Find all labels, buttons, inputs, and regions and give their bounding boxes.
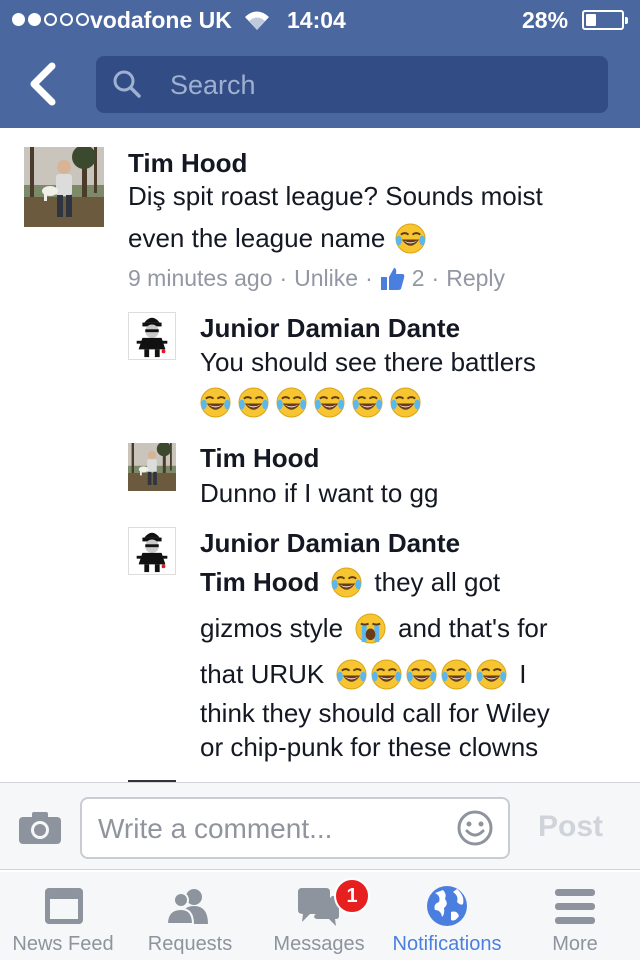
thumbs-up-icon [380, 267, 405, 290]
battery-level [586, 14, 596, 26]
joy-emoji-icon [238, 387, 269, 418]
post-button[interactable]: Post [538, 810, 603, 844]
battery-icon [582, 10, 628, 30]
tab-label: More [552, 933, 598, 955]
tab-label: News Feed [12, 933, 114, 955]
joy-emoji-icon [314, 387, 345, 418]
comment-text-line: Diş spit roast league? Sounds moist [128, 181, 543, 211]
tab-more[interactable]: More [510, 872, 640, 960]
joy-emoji-icon [406, 659, 437, 690]
carrier-name: vodafone UK [90, 7, 232, 33]
unlike-link[interactable]: Unlike [294, 265, 358, 292]
joy-emoji-icon [395, 223, 426, 254]
comment-author[interactable]: Junior Damian Dante [200, 313, 460, 344]
tab-label: Requests [147, 933, 233, 955]
comment-text: even the league name [128, 223, 386, 253]
tab-notifications[interactable]: Notifications [384, 872, 510, 960]
joy-emoji-icon [200, 387, 231, 418]
joy-emoji-icon [336, 659, 367, 690]
message-count-badge: 1 [334, 878, 370, 914]
comment-text-line: even the league name [128, 223, 426, 254]
emoji-row [200, 387, 421, 418]
news-feed-icon [45, 888, 83, 924]
status-bar: vodafone UK 14:04 28% [0, 0, 640, 40]
globe-icon [427, 886, 467, 926]
joy-emoji-icon [276, 387, 307, 418]
camera-icon[interactable] [18, 811, 62, 845]
comment-timestamp: 9 minutes ago [128, 265, 273, 291]
reply-link[interactable]: Reply [446, 265, 505, 292]
comment-text-line: or chip-punk for these clowns [200, 732, 539, 762]
comment-text: I [519, 659, 527, 689]
tab-messages[interactable]: 1 Messages [254, 872, 384, 960]
comment-author[interactable]: Junior Damian Dante [200, 528, 460, 559]
comment-text-line: Tim Hood they all got [200, 567, 500, 598]
joy-emoji-icon [441, 659, 472, 690]
joy-emoji-icon [476, 659, 507, 690]
comments-thread: Tim Hood Diş spit roast league? Sounds m… [0, 128, 640, 782]
sob-emoji-icon [355, 613, 386, 644]
like-count: 2 [411, 265, 425, 291]
comment-placeholder: Write a comment... [98, 813, 333, 844]
comment-text-line: that URUK I [200, 659, 527, 690]
clock: 14:04 [287, 7, 346, 33]
comment-input[interactable]: Write a comment... [80, 797, 510, 859]
comment-text-line: think they should call for Wiley [200, 698, 550, 728]
avatar[interactable] [24, 147, 104, 227]
comment-text: gizmos style [200, 613, 344, 643]
back-button[interactable] [22, 60, 66, 108]
top-header: vodafone UK 14:04 28% Search [0, 0, 640, 128]
tab-bar: News Feed Requests 1 Messages Notificati… [0, 872, 640, 960]
comment-text-line: gizmos style and that's for [200, 613, 548, 644]
tab-requests[interactable]: Requests [126, 872, 254, 960]
search-placeholder: Search [170, 70, 256, 100]
avatar[interactable] [128, 312, 176, 360]
comment-text-line: Dunno if I want to gg [200, 478, 439, 508]
comment-text-line: You should see there battlers [200, 347, 536, 377]
search-icon [113, 70, 141, 98]
comment-text: and that's for [398, 613, 548, 643]
joy-emoji-icon [390, 387, 421, 418]
comment-text: they all got [374, 567, 501, 597]
tab-label: Notifications [392, 933, 502, 955]
comment-meta: 9 minutes ago · Unlike · 2 · Reply [128, 265, 506, 292]
menu-icon [555, 889, 595, 924]
search-input[interactable]: Search [96, 56, 608, 113]
comment-text: that URUK [200, 659, 325, 689]
wifi-icon [245, 11, 269, 30]
joy-emoji-icon [331, 567, 362, 598]
signal-strength-icon [12, 13, 89, 26]
tab-news-feed[interactable]: News Feed [0, 872, 126, 960]
messages-icon [298, 888, 339, 926]
avatar[interactable] [128, 527, 176, 575]
emoji-row [336, 659, 507, 690]
comment-author[interactable]: Tim Hood [128, 148, 247, 179]
friend-requests-icon [166, 889, 208, 925]
joy-emoji-icon [371, 659, 402, 690]
comment-composer: Write a comment... Post [0, 782, 640, 870]
joy-emoji-icon [352, 387, 383, 418]
chevron-left-icon [30, 62, 56, 106]
avatar[interactable] [128, 443, 176, 491]
mention-link[interactable]: Tim Hood [200, 567, 319, 598]
tab-label: Messages [273, 933, 365, 955]
comment-author[interactable]: Tim Hood [200, 443, 319, 474]
battery-percentage: 28% [522, 7, 569, 33]
smiley-icon[interactable] [456, 809, 494, 847]
